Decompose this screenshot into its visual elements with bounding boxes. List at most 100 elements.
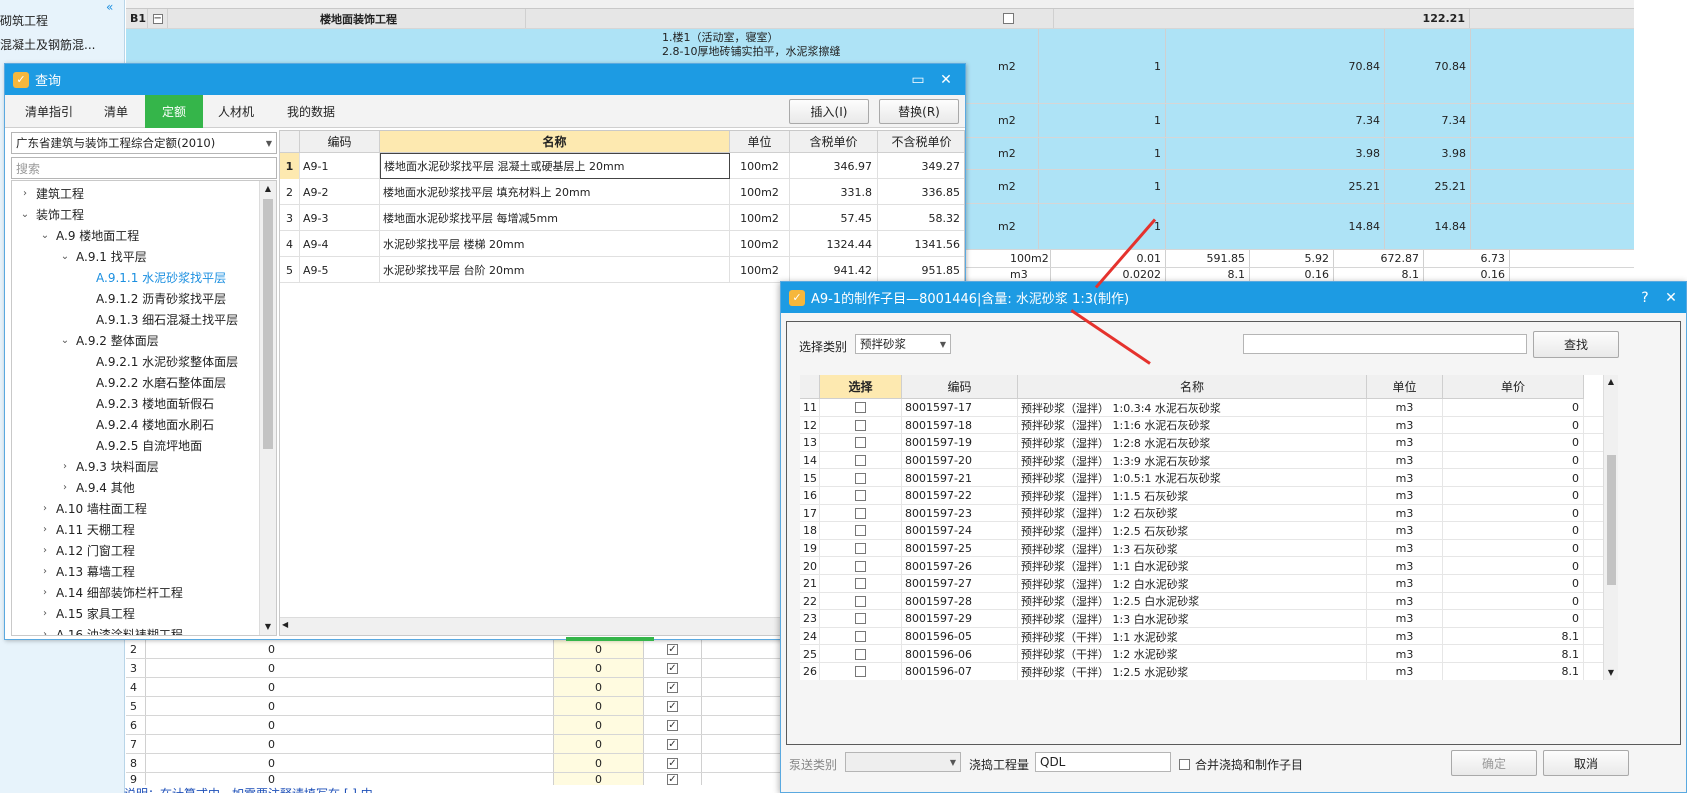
select-checkbox[interactable] [820,645,902,663]
chevron-right-icon[interactable]: › [38,587,52,598]
col-header-price-notax[interactable]: 不含税单价 [878,131,964,153]
tree-item[interactable]: › A.9.3 块料面层 [58,456,159,476]
calc-checkbox[interactable] [644,697,702,715]
tab-bill-guide[interactable]: 清单指引 [11,95,87,128]
maximize-icon[interactable]: ▭ [905,64,931,95]
chevron-down-icon[interactable]: ⌄ [38,230,52,241]
material-row[interactable]: 20 8001597-26 预拌砂浆（湿拌） 1:1 白水泥砂浆 m3 0 [800,557,1610,575]
tab-quota[interactable]: 定额 [145,95,203,128]
tree-item[interactable]: › A.16 油漆涂料裱糊工程 [38,624,183,636]
tree-item[interactable]: › A.13 幕墙工程 [38,561,135,581]
calc-row[interactable]: 3 0 0 [126,659,780,678]
select-checkbox[interactable] [820,399,902,417]
select-checkbox[interactable] [820,663,902,680]
checkbox-box[interactable] [855,613,866,625]
material-row[interactable]: 11 8001597-17 预拌砂浆（湿拌） 1:0.3:4 水泥石灰砂浆 m3 0 [800,399,1610,417]
query-titlebar[interactable]: ✓ 查询 [5,64,965,95]
merge-checkbox-box[interactable] [1179,759,1190,770]
material-row[interactable]: 12 8001597-18 预拌砂浆（湿拌） 1:1:6 水泥石灰砂浆 m3 0 [800,416,1610,435]
col-header-unit[interactable]: 单位 [730,131,790,153]
col-header-price[interactable]: 单价 [1443,375,1584,399]
checkbox-box[interactable] [855,455,866,467]
checkbox-box[interactable] [855,472,866,484]
tab-bill[interactable]: 清单 [87,95,145,128]
checkbox-box[interactable] [855,631,866,643]
select-checkbox[interactable] [820,575,902,593]
tree-item[interactable]: › A.12 门窗工程 [38,540,135,560]
material-scrollbar[interactable]: ▲ ▼ [1603,375,1618,680]
material-row[interactable]: 24 8001596-05 预拌砂浆（干拌） 1:1 水泥砂浆 m3 8.1 [800,627,1610,646]
chevron-down-icon[interactable]: ⌄ [58,251,72,262]
checkbox-box[interactable] [855,402,866,414]
pour-quantity-input[interactable]: QDL [1035,752,1171,772]
tree-item[interactable]: ⌄ A.9 楼地面工程 [38,225,139,245]
collapse-toggle-icon[interactable]: − [148,9,168,28]
calc-expression[interactable]: 0 [264,735,554,753]
quota-row[interactable]: 2 A9-2 楼地面水泥砂浆找平层 填充材料上 20mm 100m2 331.8 336.… [280,179,964,205]
checkbox-box[interactable] [855,419,866,431]
calc-row[interactable]: 5 0 0 [126,697,780,716]
select-checkbox[interactable] [820,434,902,452]
select-checkbox[interactable] [820,592,902,611]
chevron-right-icon[interactable]: › [38,608,52,619]
calc-checkbox[interactable] [644,773,702,785]
calc-expression[interactable]: 0 [264,659,554,677]
tree-item[interactable]: A.9.2.5 自流坪地面 [78,435,202,455]
material-row[interactable]: 25 8001596-06 预拌砂浆（干拌） 1:2 水泥砂浆 m3 8.1 [800,645,1610,663]
material-row[interactable]: 26 8001596-07 预拌砂浆（干拌） 1:2.5 水泥砂浆 m3 8.1 [800,663,1610,680]
tree-item[interactable]: A.9.2.2 水磨石整体面层 [78,372,226,392]
tree-item[interactable]: › A.9.4 其他 [58,477,135,497]
quota-row[interactable]: 1 A9-1 楼地面水泥砂浆找平层 混凝土或硬基层上 20mm 100m2 346.97… [280,153,964,179]
select-checkbox[interactable] [820,627,902,646]
nav-item-masonry[interactable]: 砌筑工程 [0,12,48,29]
material-row[interactable]: 15 8001597-21 预拌砂浆（湿拌） 1:0.5:1 水泥石灰砂浆 m3 0 [800,469,1610,487]
chevron-right-icon[interactable]: › [38,524,52,535]
scroll-down-icon[interactable]: ▼ [1604,666,1618,680]
help-icon[interactable]: ? [1632,282,1658,313]
scroll-down-icon[interactable]: ▼ [260,619,276,635]
tree-item[interactable]: › 建筑工程 [18,183,84,203]
col-header-unit[interactable]: 单位 [1367,375,1443,399]
chevron-right-icon[interactable]: › [58,482,72,493]
category-select[interactable]: 预拌砂浆 ▼ [855,334,951,354]
calc-expression[interactable]: 0 [264,640,554,658]
checkbox-box[interactable] [855,578,866,590]
scroll-up-icon[interactable]: ▲ [260,181,276,197]
material-row[interactable]: 14 8001597-20 预拌砂浆（湿拌） 1:3:9 水泥石灰砂浆 m3 0 [800,451,1610,470]
tree-item[interactable]: ⌄ A.9.2 整体面层 [58,330,159,350]
quota-row[interactable]: 4 A9-4 水泥砂浆找平层 楼梯 20mm 100m2 1324.44 1341.56 [280,231,964,257]
calc-checkbox[interactable] [644,716,702,734]
chevron-right-icon[interactable]: › [38,629,52,636]
calc-row[interactable]: 9 0 0 [126,773,780,785]
tree-scrollbar[interactable]: ▲ ▼ [259,181,276,635]
checkbox-box[interactable] [855,595,866,607]
checkbox-box[interactable] [855,525,866,537]
tree-item[interactable]: A.9.1.3 细石混凝土找平层 [78,309,238,329]
tree-search-input[interactable]: 搜索 [11,157,277,179]
tree-item[interactable]: A.9.1.2 沥青砂浆找平层 [78,288,226,308]
calc-expression[interactable]: 0 [264,754,554,772]
section-checkbox[interactable] [964,9,1054,28]
chevron-right-icon[interactable]: › [18,188,32,199]
tab-my-data[interactable]: 我的数据 [269,95,353,128]
chevron-right-icon[interactable]: › [38,503,52,514]
select-checkbox[interactable] [820,610,902,628]
select-checkbox[interactable] [820,539,902,558]
checkbox-box[interactable] [855,543,866,555]
merge-checkbox[interactable]: 合并浇捣和制作子目 [1179,756,1303,773]
tree-item[interactable]: › A.11 天棚工程 [38,519,135,539]
col-header-name[interactable]: 名称 [1018,375,1367,399]
tree-scroll-thumb[interactable] [263,199,273,449]
material-row[interactable]: 19 8001597-25 预拌砂浆（湿拌） 1:3 石灰砂浆 m3 0 [800,539,1610,558]
select-checkbox[interactable] [820,487,902,505]
material-row[interactable]: 21 8001597-27 预拌砂浆（湿拌） 1:2 白水泥砂浆 m3 0 [800,575,1610,593]
calc-expression[interactable]: 0 [264,697,554,715]
tree-item[interactable]: A.9.2.3 楼地面斩假石 [78,393,214,413]
chevron-right-icon[interactable]: › [38,545,52,556]
material-scroll-thumb[interactable] [1607,455,1616,585]
close-icon[interactable]: ✕ [933,64,959,95]
checkbox-box[interactable] [855,666,866,678]
replace-button[interactable]: 替换(R) [879,99,959,124]
tree-item[interactable]: › A.15 家具工程 [38,603,135,623]
chevron-down-icon[interactable]: ⌄ [58,335,72,346]
